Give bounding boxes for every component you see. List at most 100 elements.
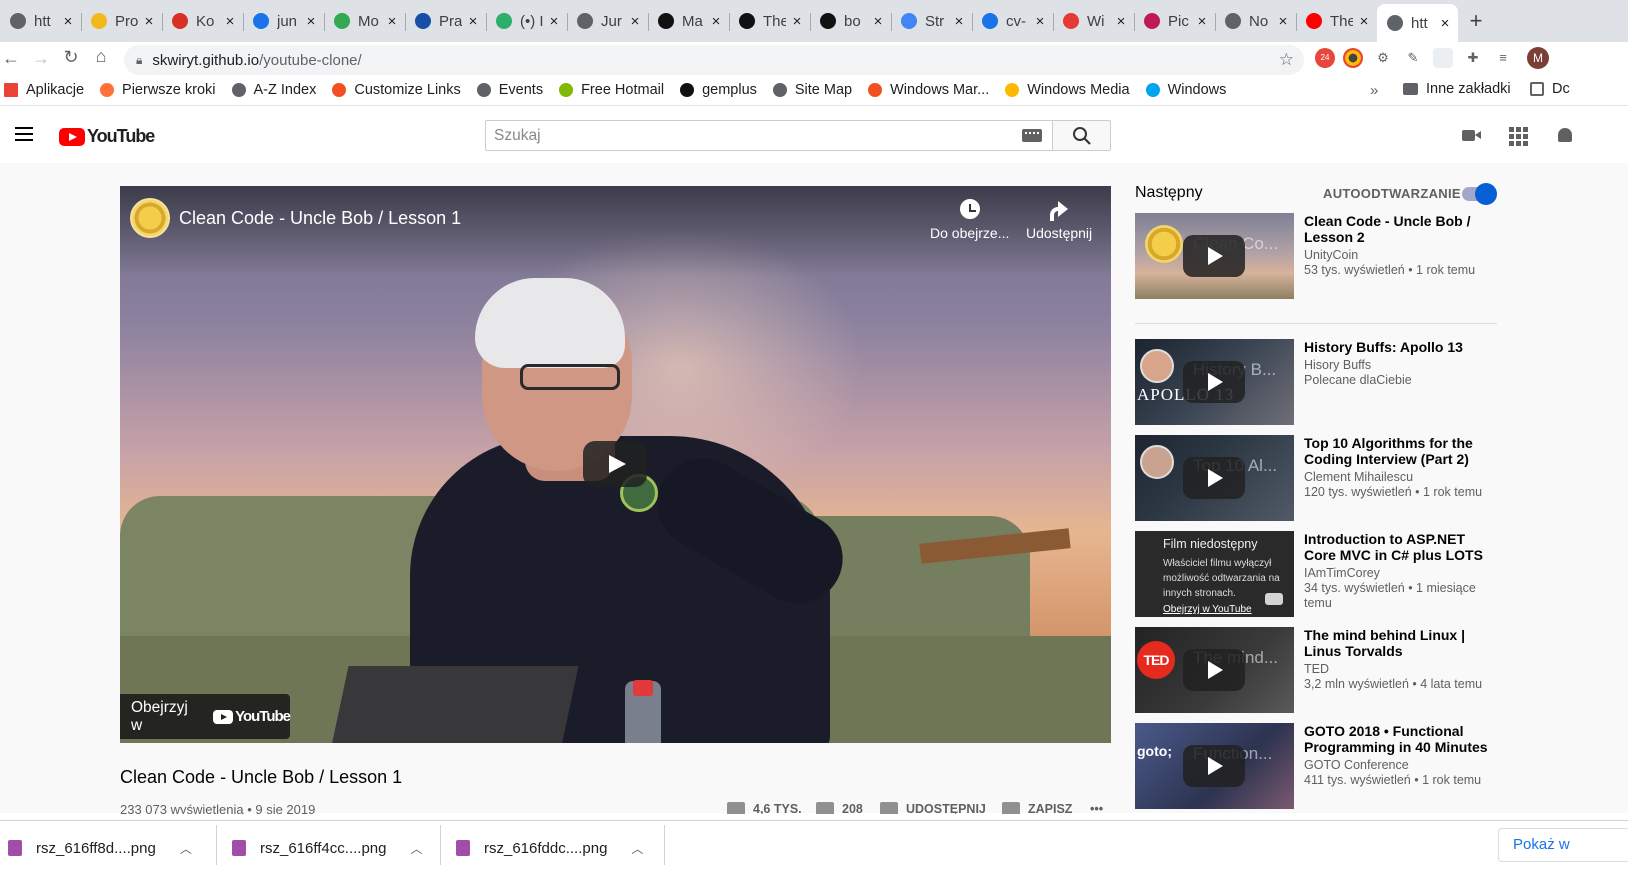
browser-tab[interactable]: cv- ×: [972, 4, 1053, 38]
reload-icon[interactable]: ↻: [56, 47, 86, 68]
thumbnail-play-icon[interactable]: [1183, 457, 1245, 499]
download-item[interactable]: rsz_616fddc....png ︿: [456, 831, 643, 865]
bookmark-item[interactable]: Aplikacje: [4, 82, 84, 98]
chevron-up-icon[interactable]: ︿: [180, 840, 192, 857]
browser-tab[interactable]: Ko ×: [162, 4, 243, 38]
bookmark-item[interactable]: Events: [476, 82, 543, 98]
reading-list-bookmark[interactable]: Dc: [1530, 81, 1570, 97]
tab-close-icon[interactable]: ×: [466, 13, 480, 30]
extension-eyedropper-icon[interactable]: ✎: [1403, 48, 1423, 68]
search-button[interactable]: [1052, 120, 1111, 151]
recommended-title[interactable]: Clean Code - Uncle Bob / Lesson 2: [1304, 213, 1499, 245]
browser-tab[interactable]: Pic ×: [1134, 4, 1215, 38]
new-tab-icon[interactable]: +: [1458, 8, 1494, 34]
channel-name[interactable]: IAmTimCorey: [1304, 566, 1499, 581]
recommended-title[interactable]: The mind behind Linux | Linus Torvalds: [1304, 627, 1499, 659]
tab-close-icon[interactable]: ×: [790, 13, 804, 30]
bookmark-item[interactable]: Windows: [1145, 82, 1226, 98]
extension-color-icon[interactable]: [1343, 48, 1363, 68]
recommended-video[interactable]: Film niedostępny Właściciel filmu wyłącz…: [1135, 531, 1497, 619]
browser-tab[interactable]: Jur ×: [567, 4, 648, 38]
recommended-video[interactable]: TED The mind... The mind behind Linux | …: [1135, 627, 1497, 715]
bookmark-item[interactable]: Free Hotmail: [559, 82, 664, 98]
browser-tab[interactable]: No ×: [1215, 4, 1296, 38]
address-bar[interactable]: 🔒︎ skwiryt.github.io/youtube-clone/ ☆: [124, 45, 1304, 75]
browser-tab[interactable]: htt ×: [1377, 4, 1458, 42]
bookmark-item[interactable]: A-Z Index: [231, 82, 316, 98]
back-icon[interactable]: ←: [0, 48, 26, 69]
extension-gear-icon[interactable]: ⚙: [1373, 48, 1393, 68]
tab-close-icon[interactable]: ×: [304, 13, 318, 30]
search-input[interactable]: Szukaj: [485, 120, 1053, 151]
video-thumbnail-unavailable[interactable]: Film niedostępny Właściciel filmu wyłącz…: [1135, 531, 1294, 617]
extension-blank-icon[interactable]: [1433, 48, 1453, 68]
share-action-button[interactable]: UDOSTĘPNIJ: [880, 802, 986, 814]
recommended-video[interactable]: Clean Co... Clean Code - Uncle Bob / Les…: [1135, 213, 1497, 301]
channel-name[interactable]: GOTO Conference: [1304, 758, 1499, 773]
share-button[interactable]: Udostępnij: [1026, 199, 1092, 241]
extensions-puzzle-icon[interactable]: ✚: [1463, 48, 1483, 68]
save-button[interactable]: ZAPISZ: [1002, 802, 1072, 814]
bookmark-star-icon[interactable]: ☆: [1279, 50, 1294, 70]
notifications-bell-icon[interactable]: [1556, 126, 1576, 146]
keyboard-icon[interactable]: [1022, 129, 1042, 142]
recommended-video[interactable]: goto; Function... GOTO 2018 • Functional…: [1135, 723, 1497, 811]
download-item[interactable]: rsz_616ff4cc....png ︿: [232, 831, 422, 865]
reading-list-icon[interactable]: ≡: [1493, 48, 1513, 68]
tab-close-icon[interactable]: ×: [628, 13, 642, 30]
create-video-icon[interactable]: [1461, 126, 1481, 146]
recommended-title[interactable]: GOTO 2018 • Functional Programming in 40…: [1304, 723, 1499, 755]
tab-close-icon[interactable]: ×: [61, 13, 75, 30]
lock-icon[interactable]: 🔒︎: [136, 53, 142, 68]
player-video-title[interactable]: Clean Code - Uncle Bob / Lesson 1: [179, 208, 461, 229]
recommended-title[interactable]: Top 10 Algorithms for the Coding Intervi…: [1304, 435, 1499, 467]
chevron-up-icon[interactable]: ︿: [410, 840, 422, 857]
watch-on-youtube-button[interactable]: Obejrzyj w YouTube: [120, 694, 291, 739]
tab-close-icon[interactable]: ×: [1357, 13, 1371, 30]
watch-later-button[interactable]: Do obejrze...: [930, 199, 1009, 241]
chevron-up-icon[interactable]: ︿: [631, 840, 643, 857]
browser-tab[interactable]: The ×: [1296, 4, 1377, 38]
tab-close-icon[interactable]: ×: [1033, 13, 1047, 30]
tab-close-icon[interactable]: ×: [142, 13, 156, 30]
tab-close-icon[interactable]: ×: [385, 13, 399, 30]
bookmark-item[interactable]: Pierwsze kroki: [100, 82, 216, 98]
extension-abp-icon[interactable]: 24: [1315, 48, 1335, 68]
video-thumbnail[interactable]: TED The mind...: [1135, 627, 1294, 713]
recommended-video[interactable]: Top 10 Al... Top 10 Algorithms for the C…: [1135, 435, 1497, 523]
browser-tab[interactable]: htt ×: [0, 4, 81, 38]
bookmark-item[interactable]: Windows Mar...: [868, 82, 989, 98]
show-all-downloads-button[interactable]: Pokaż w: [1498, 828, 1628, 862]
bookmark-item[interactable]: Customize Links: [332, 82, 461, 98]
bookmark-item[interactable]: Site Map: [772, 82, 852, 98]
download-item[interactable]: rsz_616ff8d....png ︿: [8, 831, 192, 865]
channel-name[interactable]: Clement Mihailescu: [1304, 470, 1499, 485]
autoplay-toggle[interactable]: [1462, 183, 1497, 205]
video-thumbnail[interactable]: Clean Co...: [1135, 213, 1294, 299]
video-thumbnail[interactable]: Top 10 Al...: [1135, 435, 1294, 521]
tab-close-icon[interactable]: ×: [1195, 13, 1209, 30]
youtube-logo[interactable]: YouTube: [59, 126, 155, 147]
tab-close-icon[interactable]: ×: [871, 13, 885, 30]
thumbnail-play-icon[interactable]: [1183, 361, 1245, 403]
video-thumbnail[interactable]: goto; Function...: [1135, 723, 1294, 809]
browser-tab[interactable]: jun ×: [243, 4, 324, 38]
browser-tab[interactable]: Mo ×: [324, 4, 405, 38]
browser-tab[interactable]: Pra ×: [405, 4, 486, 38]
recommended-title[interactable]: History Buffs: Apollo 13: [1304, 339, 1499, 355]
browser-tab[interactable]: bo ×: [810, 4, 891, 38]
channel-name[interactable]: TED: [1304, 662, 1499, 677]
dislike-button[interactable]: 208: [816, 802, 863, 814]
browser-tab[interactable]: Wi ×: [1053, 4, 1134, 38]
thumbnail-play-icon[interactable]: [1183, 745, 1245, 787]
tab-close-icon[interactable]: ×: [1276, 13, 1290, 30]
tab-close-icon[interactable]: ×: [709, 13, 723, 30]
thumbnail-play-icon[interactable]: [1183, 649, 1245, 691]
bookmarks-overflow-icon[interactable]: »: [1370, 82, 1378, 99]
bookmark-item[interactable]: Windows Media: [1005, 82, 1130, 98]
more-actions-button[interactable]: •••: [1090, 802, 1103, 814]
profile-avatar[interactable]: M: [1527, 47, 1549, 69]
play-button[interactable]: [583, 441, 647, 487]
browser-tab[interactable]: (•) I ×: [486, 4, 567, 38]
forward-icon[interactable]: →: [26, 48, 56, 69]
